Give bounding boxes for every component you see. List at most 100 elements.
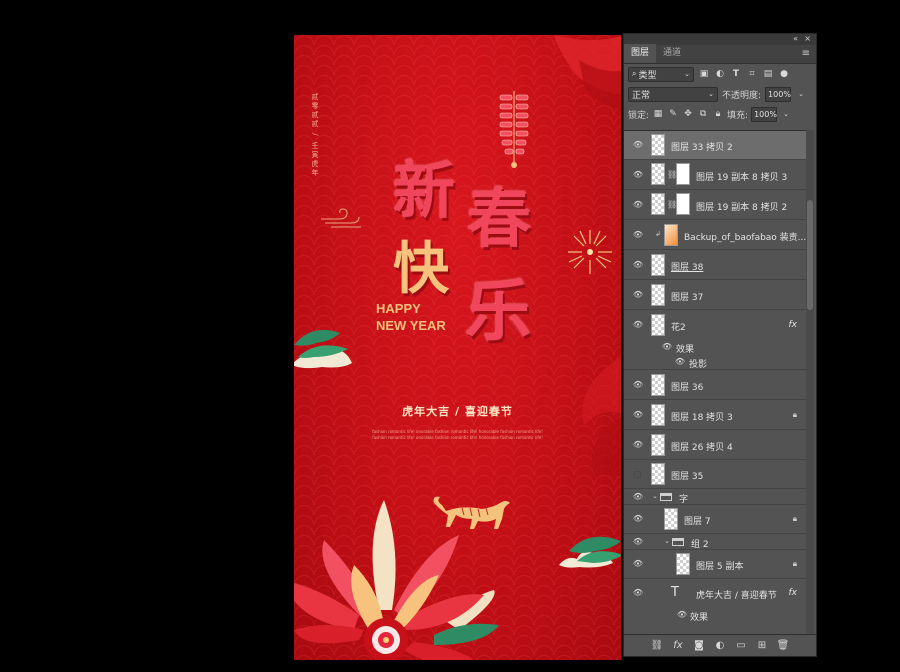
visibility-eye-icon[interactable]: 👁︎: [632, 290, 644, 299]
effect-drop-shadow-row[interactable]: 👁︎ 投影: [624, 355, 807, 370]
filter-type-select[interactable]: ⌕ 类型 ⌄: [628, 66, 694, 82]
layer-list-scrollbar[interactable]: [806, 130, 814, 635]
blend-mode-select[interactable]: 正常 ⌄: [628, 86, 718, 102]
layer-row[interactable]: 👁︎ 图层 38: [624, 250, 807, 280]
layer-name: 图层 5 副本: [696, 562, 744, 572]
visibility-off-box[interactable]: [634, 471, 641, 478]
visibility-eye-icon[interactable]: 👁︎: [632, 440, 644, 449]
group-row[interactable]: 👁︎ ⌄ 字: [624, 489, 807, 505]
visibility-eye-icon[interactable]: 👁︎: [632, 320, 644, 329]
layer-row[interactable]: 👁︎ 图层 26 拷贝 4: [624, 430, 807, 460]
lock-pixels-icon[interactable]: ✎: [667, 108, 679, 120]
fill-label: 填充:: [727, 110, 749, 121]
adjustment-filter-icon[interactable]: ◐: [714, 68, 726, 80]
photoshop-workspace: 贰零贰贰 / 壬寅虎年 新 春 快 乐 HAPPY NEW YEAR 虎年大吉 …: [0, 0, 900, 672]
fine-print-line-1: fashion romantic life! onorable fashion …: [372, 429, 543, 434]
layer-row[interactable]: 👁︎ ↲ Backup_of_baofabao 装责...: [624, 220, 807, 250]
new-layer-icon[interactable]: ⊞: [756, 640, 768, 652]
group-name: 字: [679, 495, 689, 505]
smart-object-filter-icon[interactable]: ▤: [762, 68, 774, 80]
lock-transparency-icon[interactable]: ▦: [652, 108, 664, 120]
layer-name: 花2: [671, 323, 686, 333]
layer-name: 图层 37: [671, 293, 704, 303]
visibility-eye-icon[interactable]: 👁︎: [632, 140, 644, 149]
filter-toggle-icon[interactable]: ●: [778, 68, 790, 80]
layer-row[interactable]: 👁︎ 图层 36: [624, 370, 807, 400]
close-panel-button[interactable]: ×: [804, 34, 811, 43]
shape-filter-icon[interactable]: ⌗: [746, 68, 758, 80]
opacity-input[interactable]: 100%: [765, 86, 792, 102]
layer-effects-icon[interactable]: fx: [789, 320, 798, 330]
add-layer-style-icon[interactable]: fx: [672, 640, 684, 652]
layer-thumbnail: [651, 284, 665, 306]
lock-position-icon[interactable]: ✥: [682, 108, 694, 120]
layer-row[interactable]: 👁︎ ⛓︎ 图层 19 副本 8 拷贝 2: [624, 190, 807, 220]
visibility-eye-icon[interactable]: 👁︎: [632, 492, 644, 501]
effects-row[interactable]: 👁︎ 效果: [624, 608, 807, 624]
layer-thumbnail: [651, 254, 665, 276]
layer-name: 图层 18 拷贝 3: [671, 413, 733, 423]
visibility-eye-icon[interactable]: 👁︎: [632, 230, 644, 239]
folder-icon: [660, 493, 672, 501]
add-mask-icon[interactable]: ◙: [693, 640, 705, 652]
layer-name: 图层 7: [684, 517, 711, 527]
layer-name: 图层 38: [671, 263, 704, 273]
folder-icon: [672, 538, 684, 546]
poster-canvas[interactable]: 贰零贰贰 / 壬寅虎年 新 春 快 乐 HAPPY NEW YEAR 虎年大吉 …: [294, 35, 621, 660]
layer-row[interactable]: 👁︎ 图层 5 副本 🔒︎: [624, 550, 807, 579]
layer-name: 图层 19 副本 8 拷贝 3: [696, 173, 788, 183]
link-layers-icon[interactable]: ⛓︎: [651, 640, 664, 652]
visibility-eye-icon[interactable]: 👁︎: [632, 559, 644, 568]
lock-artboard-icon[interactable]: ⧉: [697, 108, 709, 120]
layer-row[interactable]: 👁︎ 花2 fx: [624, 310, 807, 340]
visibility-eye-icon[interactable]: 👁︎: [632, 514, 644, 523]
new-adjustment-layer-icon[interactable]: ◐: [714, 640, 726, 652]
visibility-eye-icon[interactable]: 👁︎: [632, 588, 644, 597]
layer-row[interactable]: 👁︎ ⛓︎ 图层 19 副本 8 拷贝 3: [624, 160, 807, 190]
layer-name: 图层 33 拷贝 2: [671, 143, 733, 153]
group-name: 组 2: [691, 540, 709, 550]
layer-name: 虎年大吉 / 喜迎春节: [696, 591, 777, 601]
panel-menu-icon[interactable]: ≡: [802, 48, 810, 59]
lock-row: 锁定: ▦ ✎ ✥ ⧉ 🔒︎ 填充: 100% ⌄: [624, 104, 816, 124]
layer-row[interactable]: 👁︎ 图层 7 🔒︎: [624, 505, 807, 534]
visibility-eye-icon[interactable]: 👁︎: [632, 537, 644, 546]
tab-layers[interactable]: 图层: [624, 44, 657, 63]
fine-print-line-2: fashion romantic life! onorable fashion …: [372, 435, 543, 440]
visibility-eye-icon[interactable]: 👁︎: [676, 610, 688, 619]
lock-all-icon[interactable]: 🔒︎: [712, 108, 724, 120]
delete-layer-icon[interactable]: 🗑︎: [777, 640, 790, 652]
visibility-eye-icon[interactable]: 👁︎: [661, 342, 673, 351]
layer-row[interactable]: 👁︎ 图层 37: [624, 280, 807, 310]
opacity-chevron-icon[interactable]: ⌄: [795, 88, 807, 100]
chevron-down-icon: ⌄: [684, 70, 690, 78]
scrollbar-thumb[interactable]: [807, 200, 813, 310]
vertical-date-text: 贰零贰贰 / 壬寅虎年: [311, 93, 319, 178]
visibility-eye-icon[interactable]: 👁︎: [632, 260, 644, 269]
layer-row[interactable]: 👁︎ 图层 33 拷贝 2: [624, 131, 807, 160]
visibility-eye-icon[interactable]: 👁︎: [632, 410, 644, 419]
type-filter-icon[interactable]: T: [730, 68, 742, 80]
layer-thumbnail: [651, 193, 665, 215]
text-layer-row[interactable]: 👁︎ T 虎年大吉 / 喜迎春节 fx: [624, 579, 807, 608]
effects-label: 效果: [690, 613, 709, 623]
chevron-down-icon[interactable]: ⌄: [652, 492, 658, 500]
layer-row[interactable]: 👁︎ 图层 18 拷贝 3 🔒︎: [624, 400, 807, 430]
layer-row[interactable]: 图层 35: [624, 460, 807, 489]
image-filter-icon[interactable]: ▣: [698, 68, 710, 80]
new-group-icon[interactable]: ▭: [735, 640, 747, 652]
collapse-panel-button[interactable]: «: [793, 34, 798, 43]
visibility-eye-icon[interactable]: 👁︎: [632, 170, 644, 179]
visibility-eye-icon[interactable]: 👁︎: [632, 380, 644, 389]
tab-channels[interactable]: 通道: [656, 44, 688, 63]
layer-thumbnail: [651, 404, 665, 426]
group-row[interactable]: 👁︎ ⌄ 组 2: [624, 534, 807, 550]
visibility-eye-icon[interactable]: 👁︎: [632, 200, 644, 209]
visibility-eye-icon[interactable]: 👁︎: [674, 357, 686, 366]
left-pine-cloud: [294, 329, 352, 369]
fill-input[interactable]: 100%: [751, 106, 778, 122]
layer-effects-icon[interactable]: fx: [789, 588, 798, 598]
fill-chevron-icon[interactable]: ⌄: [780, 108, 792, 120]
chevron-down-icon[interactable]: ⌄: [664, 537, 670, 545]
effects-row[interactable]: 👁︎ 效果: [624, 340, 807, 355]
